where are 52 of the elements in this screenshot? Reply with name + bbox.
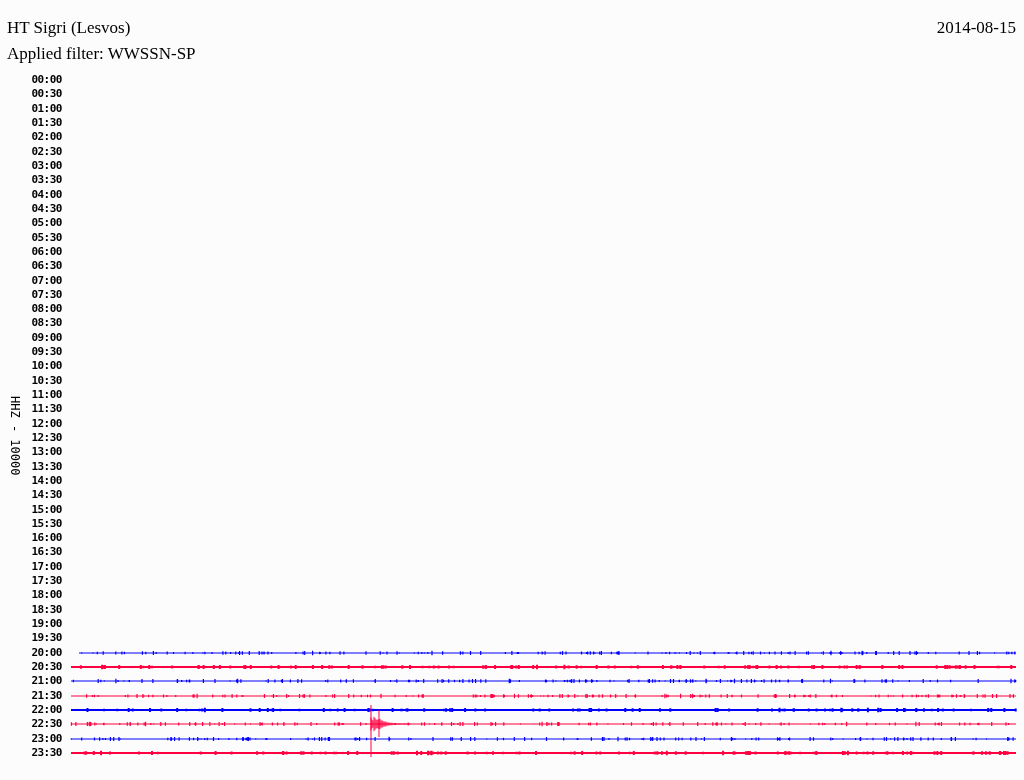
time-label: 23:30 <box>30 745 62 760</box>
time-label: 22:00 <box>30 702 62 717</box>
time-label: 15:00 <box>30 502 62 517</box>
time-label: 19:30 <box>30 631 62 646</box>
time-label: 07:30 <box>30 287 62 302</box>
time-label: 13:00 <box>30 445 62 460</box>
time-label: 07:00 <box>30 273 62 288</box>
time-label: 22:30 <box>30 717 62 732</box>
time-label: 12:00 <box>30 416 62 431</box>
time-label: 05:00 <box>30 216 62 231</box>
time-label: 06:30 <box>30 259 62 274</box>
station-name: HT Sigri (Lesvos) <box>7 18 131 38</box>
time-label: 19:00 <box>30 617 62 632</box>
time-label: 03:00 <box>30 159 62 174</box>
time-label: 21:00 <box>30 674 62 689</box>
filter-label: Applied filter: WWSSN-SP <box>7 44 196 63</box>
time-label: 14:00 <box>30 473 62 488</box>
time-label: 13:30 <box>30 459 62 474</box>
time-label: 21:30 <box>30 688 62 703</box>
time-label: 14:30 <box>30 488 62 503</box>
time-label: 05:30 <box>30 230 62 245</box>
time-label: 06:00 <box>30 244 62 259</box>
time-label: 01:30 <box>30 116 62 131</box>
date-label: 2014-08-15 <box>936 18 1016 38</box>
time-label: 04:00 <box>30 187 62 202</box>
time-label: 00:30 <box>30 87 62 102</box>
time-label: 08:00 <box>30 302 62 317</box>
time-label: 09:30 <box>30 345 62 360</box>
time-label: 20:00 <box>30 645 62 660</box>
time-label: 10:30 <box>30 373 62 388</box>
time-label: 10:00 <box>30 359 62 374</box>
time-label: 15:30 <box>30 516 62 531</box>
time-label: 01:00 <box>30 101 62 116</box>
axis-label: HHZ - 10000 <box>8 396 22 478</box>
time-label: 18:30 <box>30 602 62 617</box>
time-label: 16:30 <box>30 545 62 560</box>
time-label: 11:00 <box>30 388 62 403</box>
time-label: 02:00 <box>30 130 62 145</box>
time-label: 23:00 <box>30 731 62 746</box>
time-label: 12:30 <box>30 430 62 445</box>
time-label: 03:30 <box>30 173 62 188</box>
time-label: 09:00 <box>30 330 62 345</box>
time-label: 02:30 <box>30 144 62 159</box>
time-label: 11:30 <box>30 402 62 417</box>
time-label: 20:30 <box>30 659 62 674</box>
time-label: 18:00 <box>30 588 62 603</box>
time-label: 00:00 <box>30 73 62 88</box>
time-label: 17:30 <box>30 574 62 589</box>
time-label: 16:00 <box>30 531 62 546</box>
time-label: 08:30 <box>30 316 62 331</box>
time-label: 04:30 <box>30 201 62 216</box>
time-label: 17:00 <box>30 559 62 574</box>
